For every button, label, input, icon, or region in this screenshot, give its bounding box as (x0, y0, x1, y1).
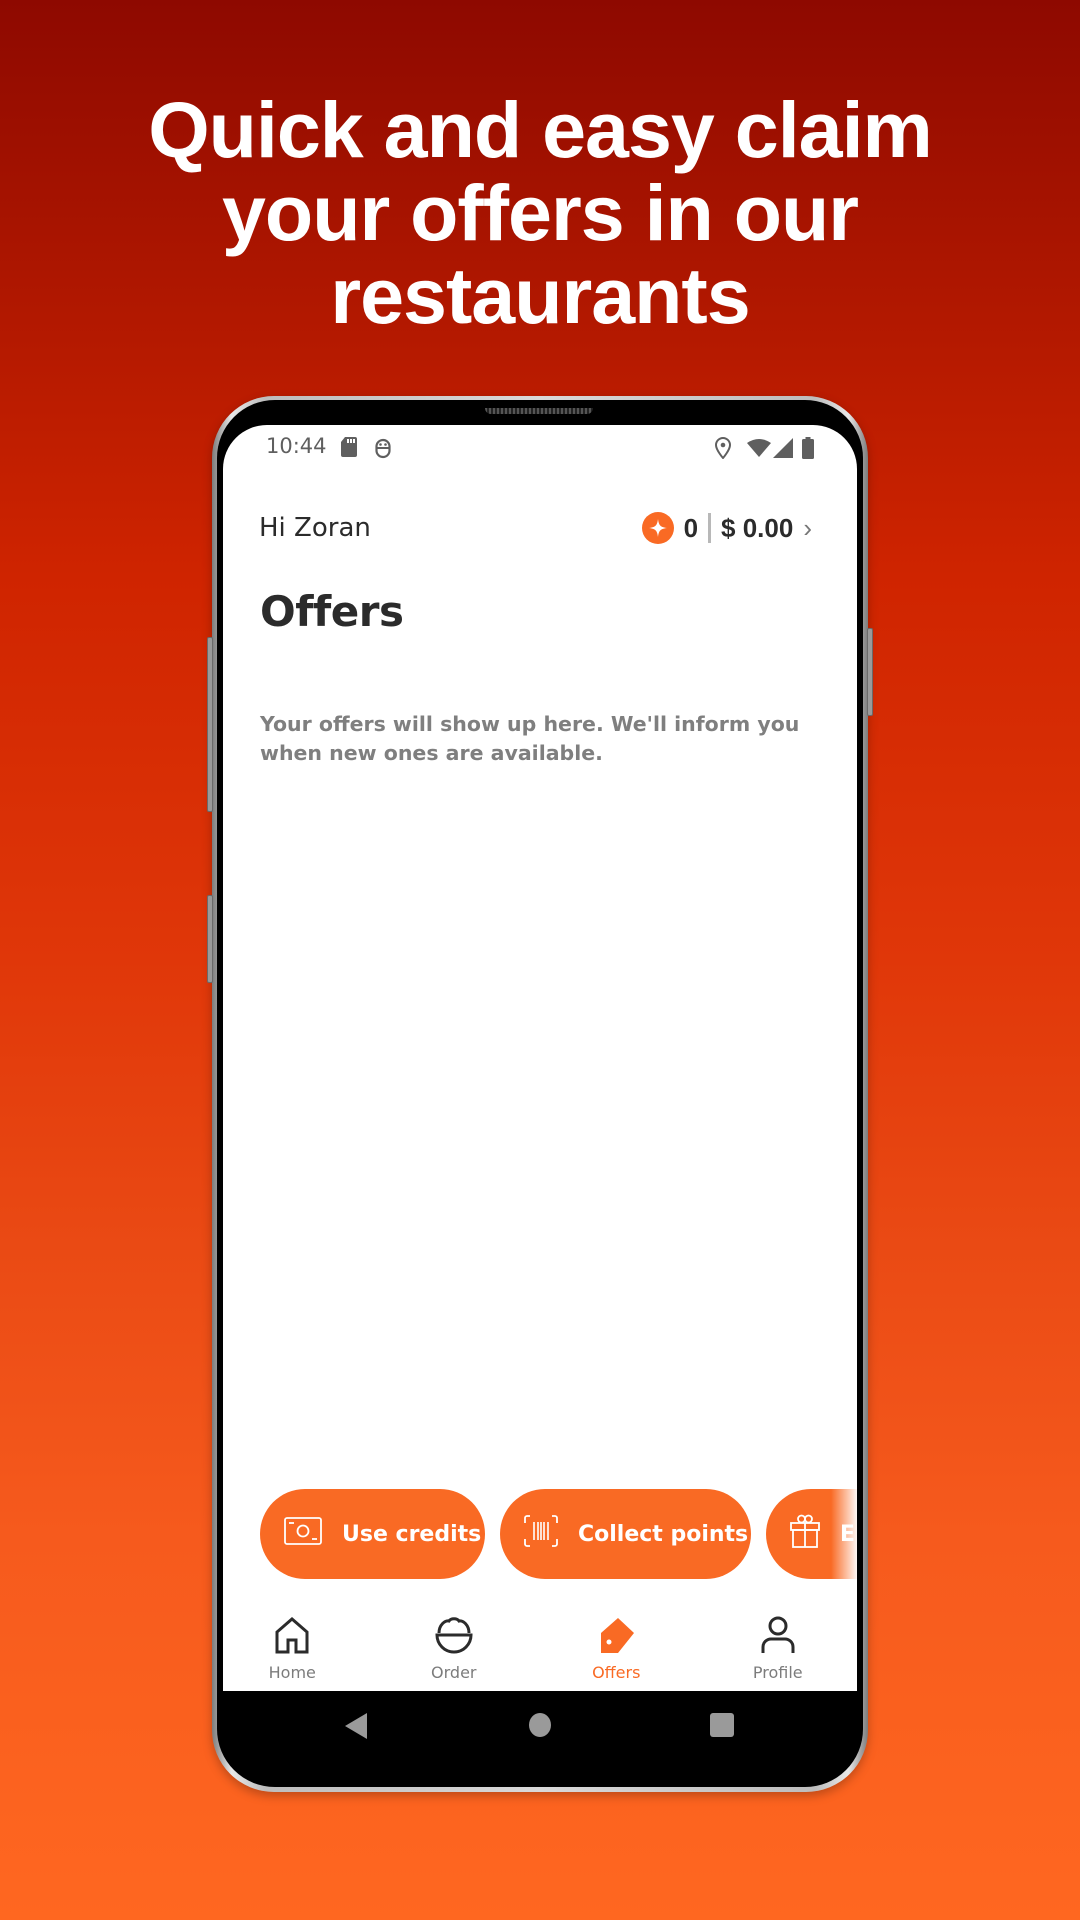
gift-icon (790, 1514, 820, 1554)
balance-summary[interactable]: 0 $ 0.00 › (641, 508, 812, 548)
tab-offers[interactable]: Offers (537, 1615, 696, 1691)
chevron-right-icon: › (803, 512, 812, 543)
recents-button[interactable] (710, 1713, 734, 1742)
tab-home[interactable]: Home (223, 1615, 372, 1691)
bottom-navigation: Home Order Offers Profile (223, 1615, 857, 1691)
headline-line-2: your offers in our (222, 168, 859, 257)
greeting: Hi Zoran (259, 513, 371, 543)
balance-divider (708, 513, 712, 543)
cash-icon (284, 1517, 322, 1551)
collect-points-label: Collect points (578, 1521, 749, 1547)
page-title: Offers (260, 587, 404, 636)
headline-line-1: Quick and easy claim (148, 85, 933, 174)
person-icon (761, 1616, 795, 1653)
tab-home-label: Home (268, 1663, 316, 1682)
android-debug-icon (375, 437, 391, 464)
volume-button (207, 637, 213, 812)
use-credits-label: Use credits (342, 1521, 482, 1547)
collect-points-button[interactable]: Collect points (500, 1489, 751, 1579)
credit-value: $ 0.00 (721, 512, 794, 543)
empty-state-message: Your offers will show up here. We'll inf… (260, 712, 800, 765)
sd-card-icon (341, 437, 357, 462)
promo-headline: Quick and easy claim your offers in our … (0, 88, 1080, 337)
status-time: 10:44 (266, 434, 327, 458)
use-credits-button[interactable]: Use credits (260, 1489, 485, 1579)
side-button (207, 895, 213, 983)
tab-order[interactable]: Order (375, 1615, 534, 1691)
location-icon (714, 436, 732, 464)
tab-order-label: Order (431, 1663, 477, 1682)
phone-screen: 10:44 Hi Zoran 0 $ 0.00 › Offers Your of… (223, 425, 857, 1691)
quick-actions: Use credits Collect points E (260, 1489, 857, 1579)
tab-offers-label: Offers (592, 1663, 641, 1682)
points-star-icon (641, 512, 674, 544)
cellular-signal-icon (773, 438, 793, 463)
earpiece-speaker (485, 408, 593, 414)
system-navigation-bar (223, 1691, 857, 1761)
back-button[interactable] (345, 1713, 367, 1744)
headline-line-3: restaurants (330, 251, 750, 340)
battery-icon (802, 437, 814, 464)
tab-profile-label: Profile (752, 1663, 803, 1682)
home-nav-button[interactable] (528, 1713, 552, 1742)
bowl-icon (435, 1617, 473, 1654)
power-button (867, 628, 873, 716)
tag-icon (601, 1618, 635, 1653)
wifi-icon (747, 439, 771, 462)
scroll-fade (831, 1489, 857, 1579)
status-bar: 10:44 (223, 425, 857, 473)
barcode-scan-icon (524, 1515, 558, 1553)
points-value: 0 (683, 512, 699, 543)
home-icon (275, 1617, 309, 1654)
tab-profile[interactable]: Profile (699, 1615, 858, 1691)
